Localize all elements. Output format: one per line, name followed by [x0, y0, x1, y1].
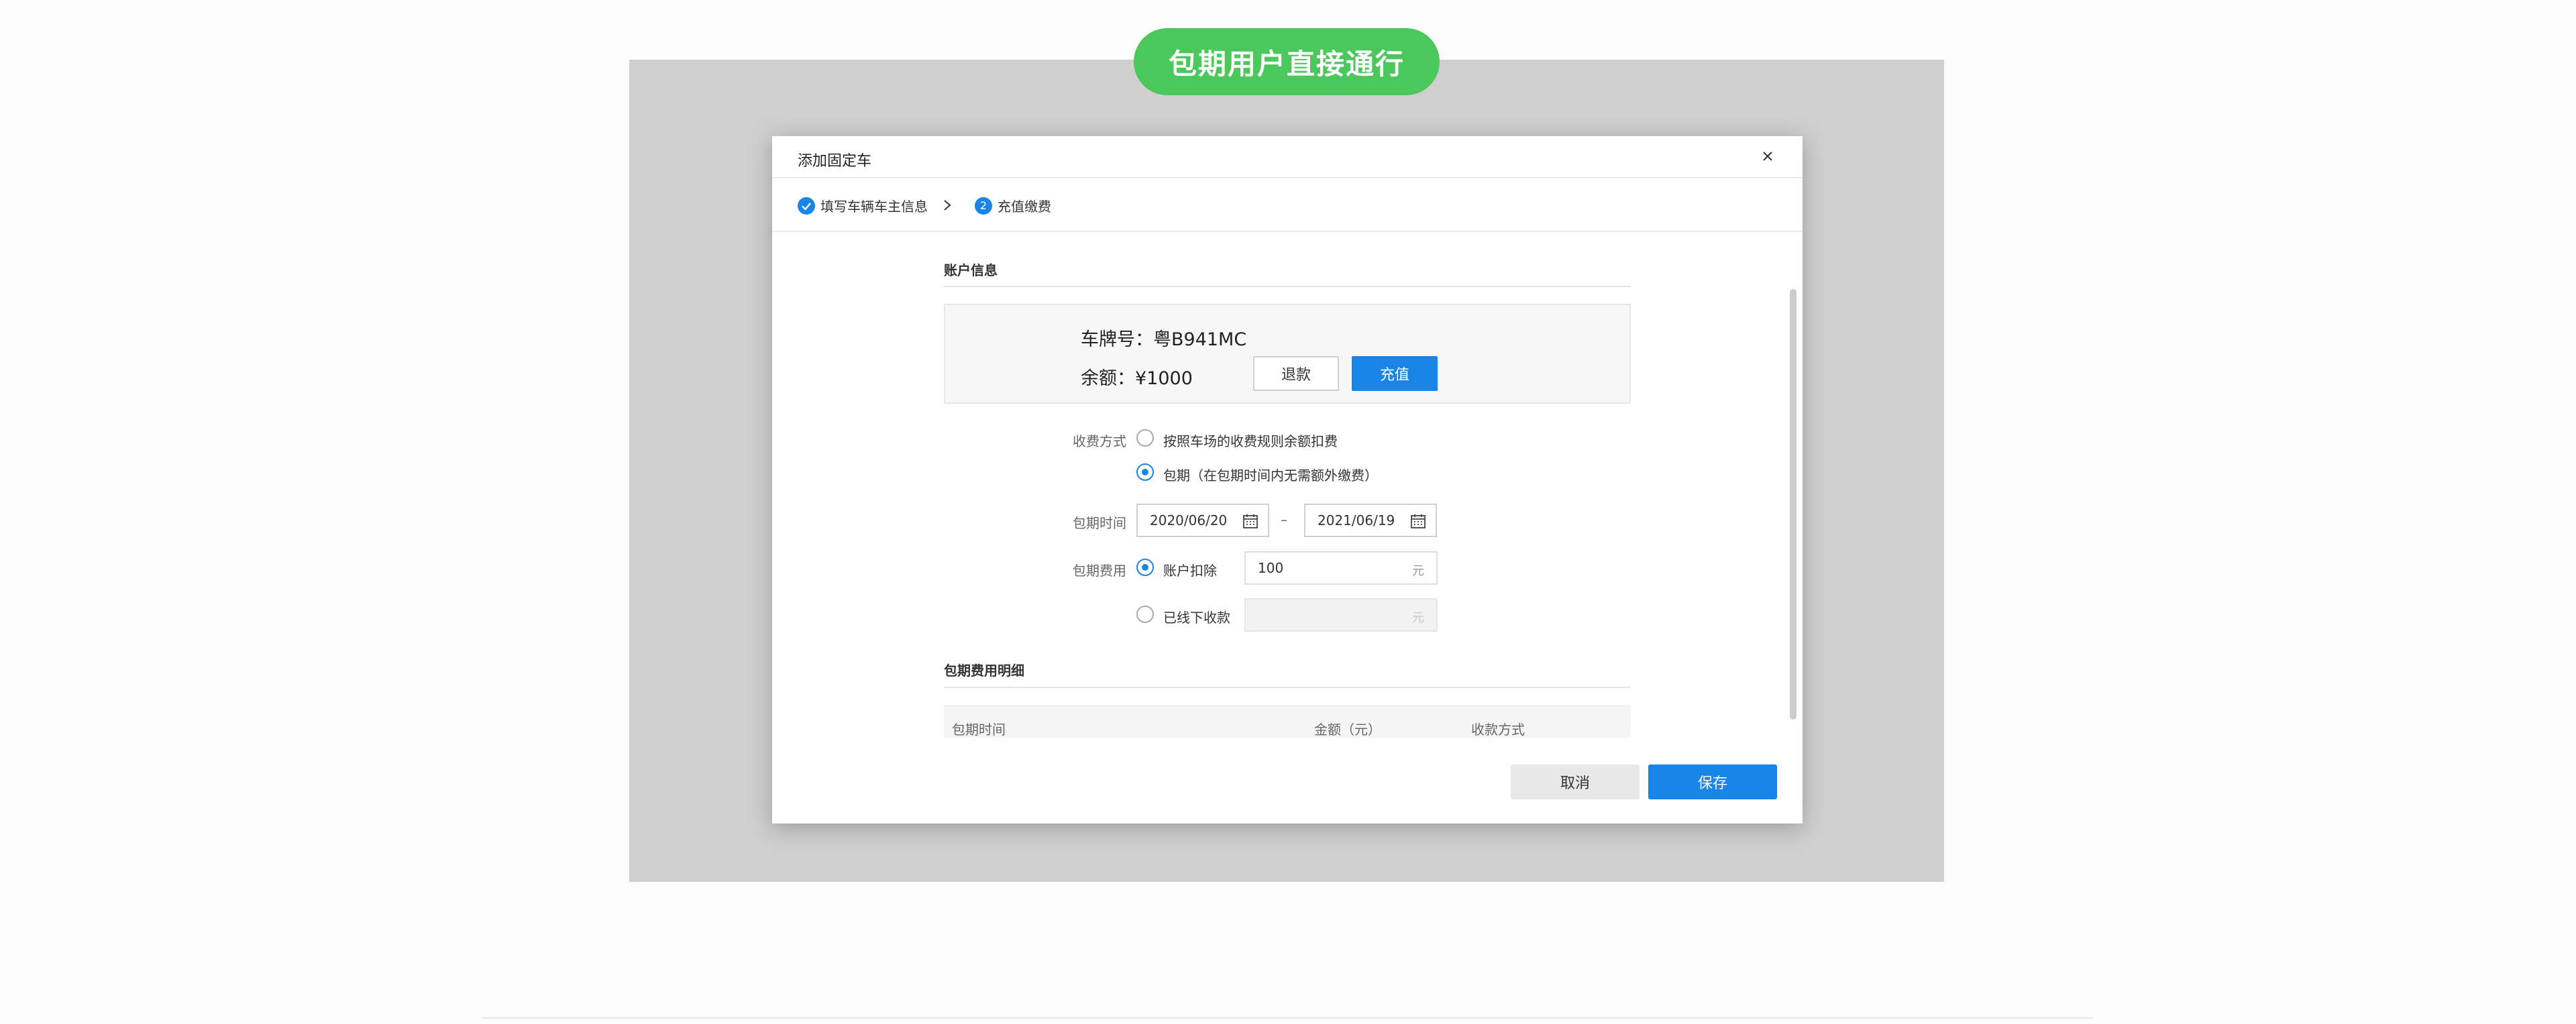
charge-mode-option-balance: 按照车场的收费规则余额扣费: [1163, 433, 1338, 449]
period-label: 包期时间: [1073, 515, 1126, 531]
offline-amount-input: 元: [1244, 598, 1438, 632]
charge-mode-radio-period[interactable]: [1136, 463, 1154, 481]
fee-radio-offline[interactable]: [1136, 606, 1154, 623]
step-bar: 填写车辆车主信息 2 充值缴费: [772, 180, 1803, 232]
column-header-payment-method: 收款方式: [1471, 722, 1525, 738]
detail-table-header: 包期时间 金额（元） 收款方式: [944, 705, 1631, 738]
divider: [944, 687, 1631, 688]
start-date-input[interactable]: 2020/06/20: [1136, 504, 1269, 537]
check-circle-icon: [798, 196, 815, 215]
step-label: 充值缴费: [998, 198, 1051, 215]
column-header-amount: 金额（元）: [1314, 722, 1381, 738]
calendar-icon[interactable]: [1410, 513, 1426, 529]
save-button[interactable]: 保存: [1648, 764, 1777, 799]
currency-unit: 元: [1412, 564, 1424, 578]
step-label: 填写车辆车主信息: [820, 198, 928, 215]
end-date-value: 2021/06/19: [1318, 512, 1395, 528]
plate-number: 车牌号：粤B941MC: [1081, 329, 1247, 350]
charge-mode-label: 收费方式: [1073, 433, 1126, 449]
fee-amount-input[interactable]: 100 元: [1244, 551, 1438, 585]
scrollbar-thumb[interactable]: [1790, 289, 1796, 720]
column-header-period: 包期时间: [952, 722, 1006, 738]
date-range-separator: –: [1281, 512, 1287, 528]
dialog-title: 添加固定车: [798, 153, 872, 170]
feature-banner: 包期用户直接通行: [1134, 28, 1440, 95]
fee-amount-value: 100: [1258, 560, 1284, 576]
account-section-title: 账户信息: [944, 262, 998, 278]
step-fill-info: 填写车辆车主信息: [798, 196, 928, 215]
fee-option-offline: 已线下收款: [1163, 610, 1230, 626]
chevron-right-icon: [944, 200, 951, 211]
dialog-header: 添加固定车: [772, 136, 1803, 178]
fee-label: 包期费用: [1073, 563, 1126, 579]
add-fixed-vehicle-dialog: 添加固定车 填写车辆车主信息 2 充值缴费 账户信息 车牌号：粤B941MC 余…: [772, 136, 1803, 823]
step-number: 2: [975, 196, 992, 215]
recharge-button[interactable]: 充值: [1352, 356, 1438, 391]
cancel-button[interactable]: 取消: [1511, 764, 1640, 799]
calendar-icon[interactable]: [1242, 513, 1258, 529]
currency-unit: 元: [1412, 611, 1424, 625]
close-icon[interactable]: [1760, 148, 1776, 164]
end-date-input[interactable]: 2021/06/19: [1304, 504, 1437, 537]
step-recharge: 2 充值缴费: [975, 196, 1051, 215]
start-date-value: 2020/06/20: [1150, 512, 1228, 528]
page-divider: [482, 1017, 2093, 1019]
fee-option-account: 账户扣除: [1163, 563, 1217, 579]
detail-section-title: 包期费用明细: [944, 663, 1024, 679]
charge-mode-radio-balance[interactable]: [1136, 429, 1154, 447]
charge-mode-option-period: 包期（在包期时间内无需额外缴费）: [1163, 467, 1378, 483]
fee-radio-account[interactable]: [1136, 559, 1154, 576]
refund-button[interactable]: 退款: [1253, 356, 1339, 391]
account-balance: 余额：¥1000: [1081, 368, 1193, 389]
divider: [944, 286, 1631, 287]
